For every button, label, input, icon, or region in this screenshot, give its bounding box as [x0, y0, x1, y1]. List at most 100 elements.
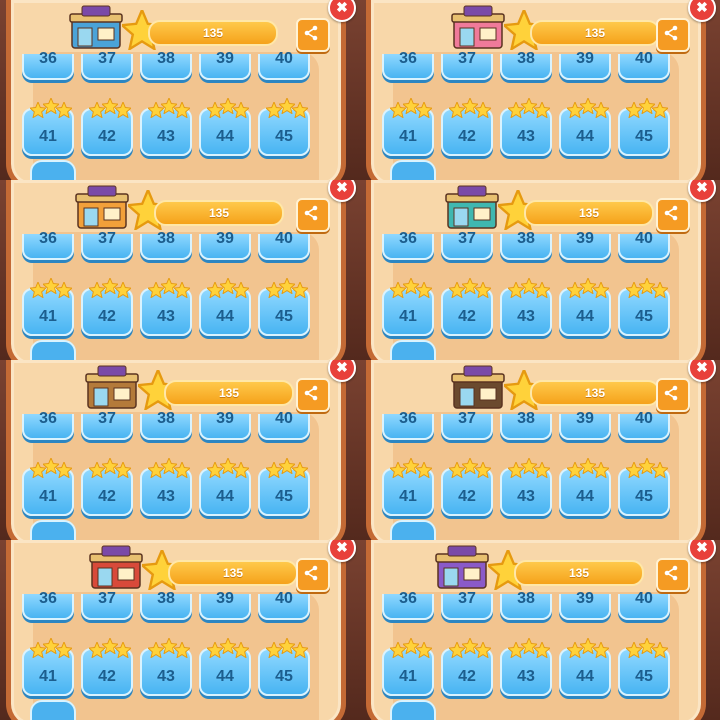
level-button[interactable]: 37	[81, 230, 133, 260]
level-button[interactable]: 37	[441, 50, 493, 80]
level-button[interactable]: 40	[258, 410, 310, 440]
level-button[interactable]: 39	[199, 410, 251, 440]
close-button[interactable]: ✖	[688, 360, 716, 382]
level-button[interactable]: 39	[199, 50, 251, 80]
level-button[interactable]: 41	[382, 458, 434, 516]
level-button[interactable]: 43	[500, 98, 552, 156]
close-button[interactable]: ✖	[328, 540, 356, 562]
level-button[interactable]: 41	[22, 98, 74, 156]
next-page-button[interactable]	[30, 520, 76, 540]
level-button[interactable]: 38	[500, 590, 552, 620]
level-button[interactable]: 43	[140, 278, 192, 336]
next-page-button[interactable]	[30, 340, 76, 360]
level-button[interactable]: 45	[618, 458, 670, 516]
share-button[interactable]	[296, 378, 330, 412]
level-button[interactable]: 36	[22, 590, 74, 620]
next-page-button[interactable]	[390, 700, 436, 720]
level-button[interactable]: 43	[140, 458, 192, 516]
level-button[interactable]: 37	[81, 590, 133, 620]
share-button[interactable]	[296, 18, 330, 52]
level-button[interactable]: 37	[81, 410, 133, 440]
next-page-button[interactable]	[30, 700, 76, 720]
share-button[interactable]	[296, 198, 330, 232]
level-button[interactable]: 44	[559, 458, 611, 516]
level-button[interactable]: 43	[140, 638, 192, 696]
level-button[interactable]: 37	[81, 50, 133, 80]
level-button[interactable]: 38	[140, 590, 192, 620]
level-button[interactable]: 42	[81, 458, 133, 516]
level-button[interactable]: 36	[382, 50, 434, 80]
level-button[interactable]: 43	[500, 458, 552, 516]
next-page-button[interactable]	[390, 340, 436, 360]
level-button[interactable]: 41	[22, 278, 74, 336]
share-button[interactable]	[656, 18, 690, 52]
level-button[interactable]: 40	[618, 410, 670, 440]
level-button[interactable]: 45	[258, 638, 310, 696]
close-button[interactable]: ✖	[688, 540, 716, 562]
close-button[interactable]: ✖	[688, 0, 716, 22]
share-button[interactable]	[656, 198, 690, 232]
level-button[interactable]: 37	[441, 590, 493, 620]
level-button[interactable]: 45	[618, 278, 670, 336]
level-button[interactable]: 38	[500, 50, 552, 80]
level-button[interactable]: 39	[199, 230, 251, 260]
level-button[interactable]: 41	[22, 458, 74, 516]
level-button[interactable]: 38	[140, 50, 192, 80]
level-button[interactable]: 44	[559, 98, 611, 156]
share-button[interactable]	[656, 378, 690, 412]
level-button[interactable]: 39	[559, 590, 611, 620]
level-button[interactable]: 44	[199, 638, 251, 696]
level-button[interactable]: 45	[258, 278, 310, 336]
level-button[interactable]: 44	[199, 458, 251, 516]
level-button[interactable]: 40	[258, 590, 310, 620]
level-button[interactable]: 44	[559, 278, 611, 336]
level-button[interactable]: 36	[382, 230, 434, 260]
level-button[interactable]: 41	[382, 278, 434, 336]
level-button[interactable]: 45	[618, 638, 670, 696]
close-button[interactable]: ✖	[688, 180, 716, 202]
level-button[interactable]: 42	[441, 98, 493, 156]
level-button[interactable]: 38	[500, 410, 552, 440]
level-button[interactable]: 40	[258, 230, 310, 260]
level-button[interactable]: 38	[500, 230, 552, 260]
level-button[interactable]: 42	[441, 458, 493, 516]
level-button[interactable]: 36	[22, 50, 74, 80]
level-button[interactable]: 43	[500, 638, 552, 696]
level-button[interactable]: 44	[199, 98, 251, 156]
level-button[interactable]: 39	[199, 590, 251, 620]
level-button[interactable]: 37	[441, 410, 493, 440]
next-page-button[interactable]	[390, 160, 436, 180]
level-button[interactable]: 41	[382, 98, 434, 156]
level-button[interactable]: 45	[258, 98, 310, 156]
share-button[interactable]	[656, 558, 690, 592]
level-button[interactable]: 42	[81, 278, 133, 336]
level-button[interactable]: 41	[22, 638, 74, 696]
level-button[interactable]: 41	[382, 638, 434, 696]
level-button[interactable]: 39	[559, 410, 611, 440]
level-button[interactable]: 43	[500, 278, 552, 336]
level-button[interactable]: 37	[441, 230, 493, 260]
level-button[interactable]: 42	[441, 278, 493, 336]
level-button[interactable]: 39	[559, 50, 611, 80]
level-button[interactable]: 36	[382, 410, 434, 440]
level-button[interactable]: 36	[382, 590, 434, 620]
next-page-button[interactable]	[390, 520, 436, 540]
level-button[interactable]: 44	[559, 638, 611, 696]
close-button[interactable]: ✖	[328, 180, 356, 202]
next-page-button[interactable]	[30, 160, 76, 180]
close-button[interactable]: ✖	[328, 360, 356, 382]
level-button[interactable]: 40	[258, 50, 310, 80]
share-button[interactable]	[296, 558, 330, 592]
level-button[interactable]: 44	[199, 278, 251, 336]
level-button[interactable]: 36	[22, 410, 74, 440]
level-button[interactable]: 43	[140, 98, 192, 156]
level-button[interactable]: 38	[140, 230, 192, 260]
level-button[interactable]: 45	[258, 458, 310, 516]
level-button[interactable]: 45	[618, 98, 670, 156]
level-button[interactable]: 40	[618, 230, 670, 260]
level-button[interactable]: 42	[81, 638, 133, 696]
close-button[interactable]: ✖	[328, 0, 356, 22]
level-button[interactable]: 36	[22, 230, 74, 260]
level-button[interactable]: 38	[140, 410, 192, 440]
level-button[interactable]: 42	[441, 638, 493, 696]
